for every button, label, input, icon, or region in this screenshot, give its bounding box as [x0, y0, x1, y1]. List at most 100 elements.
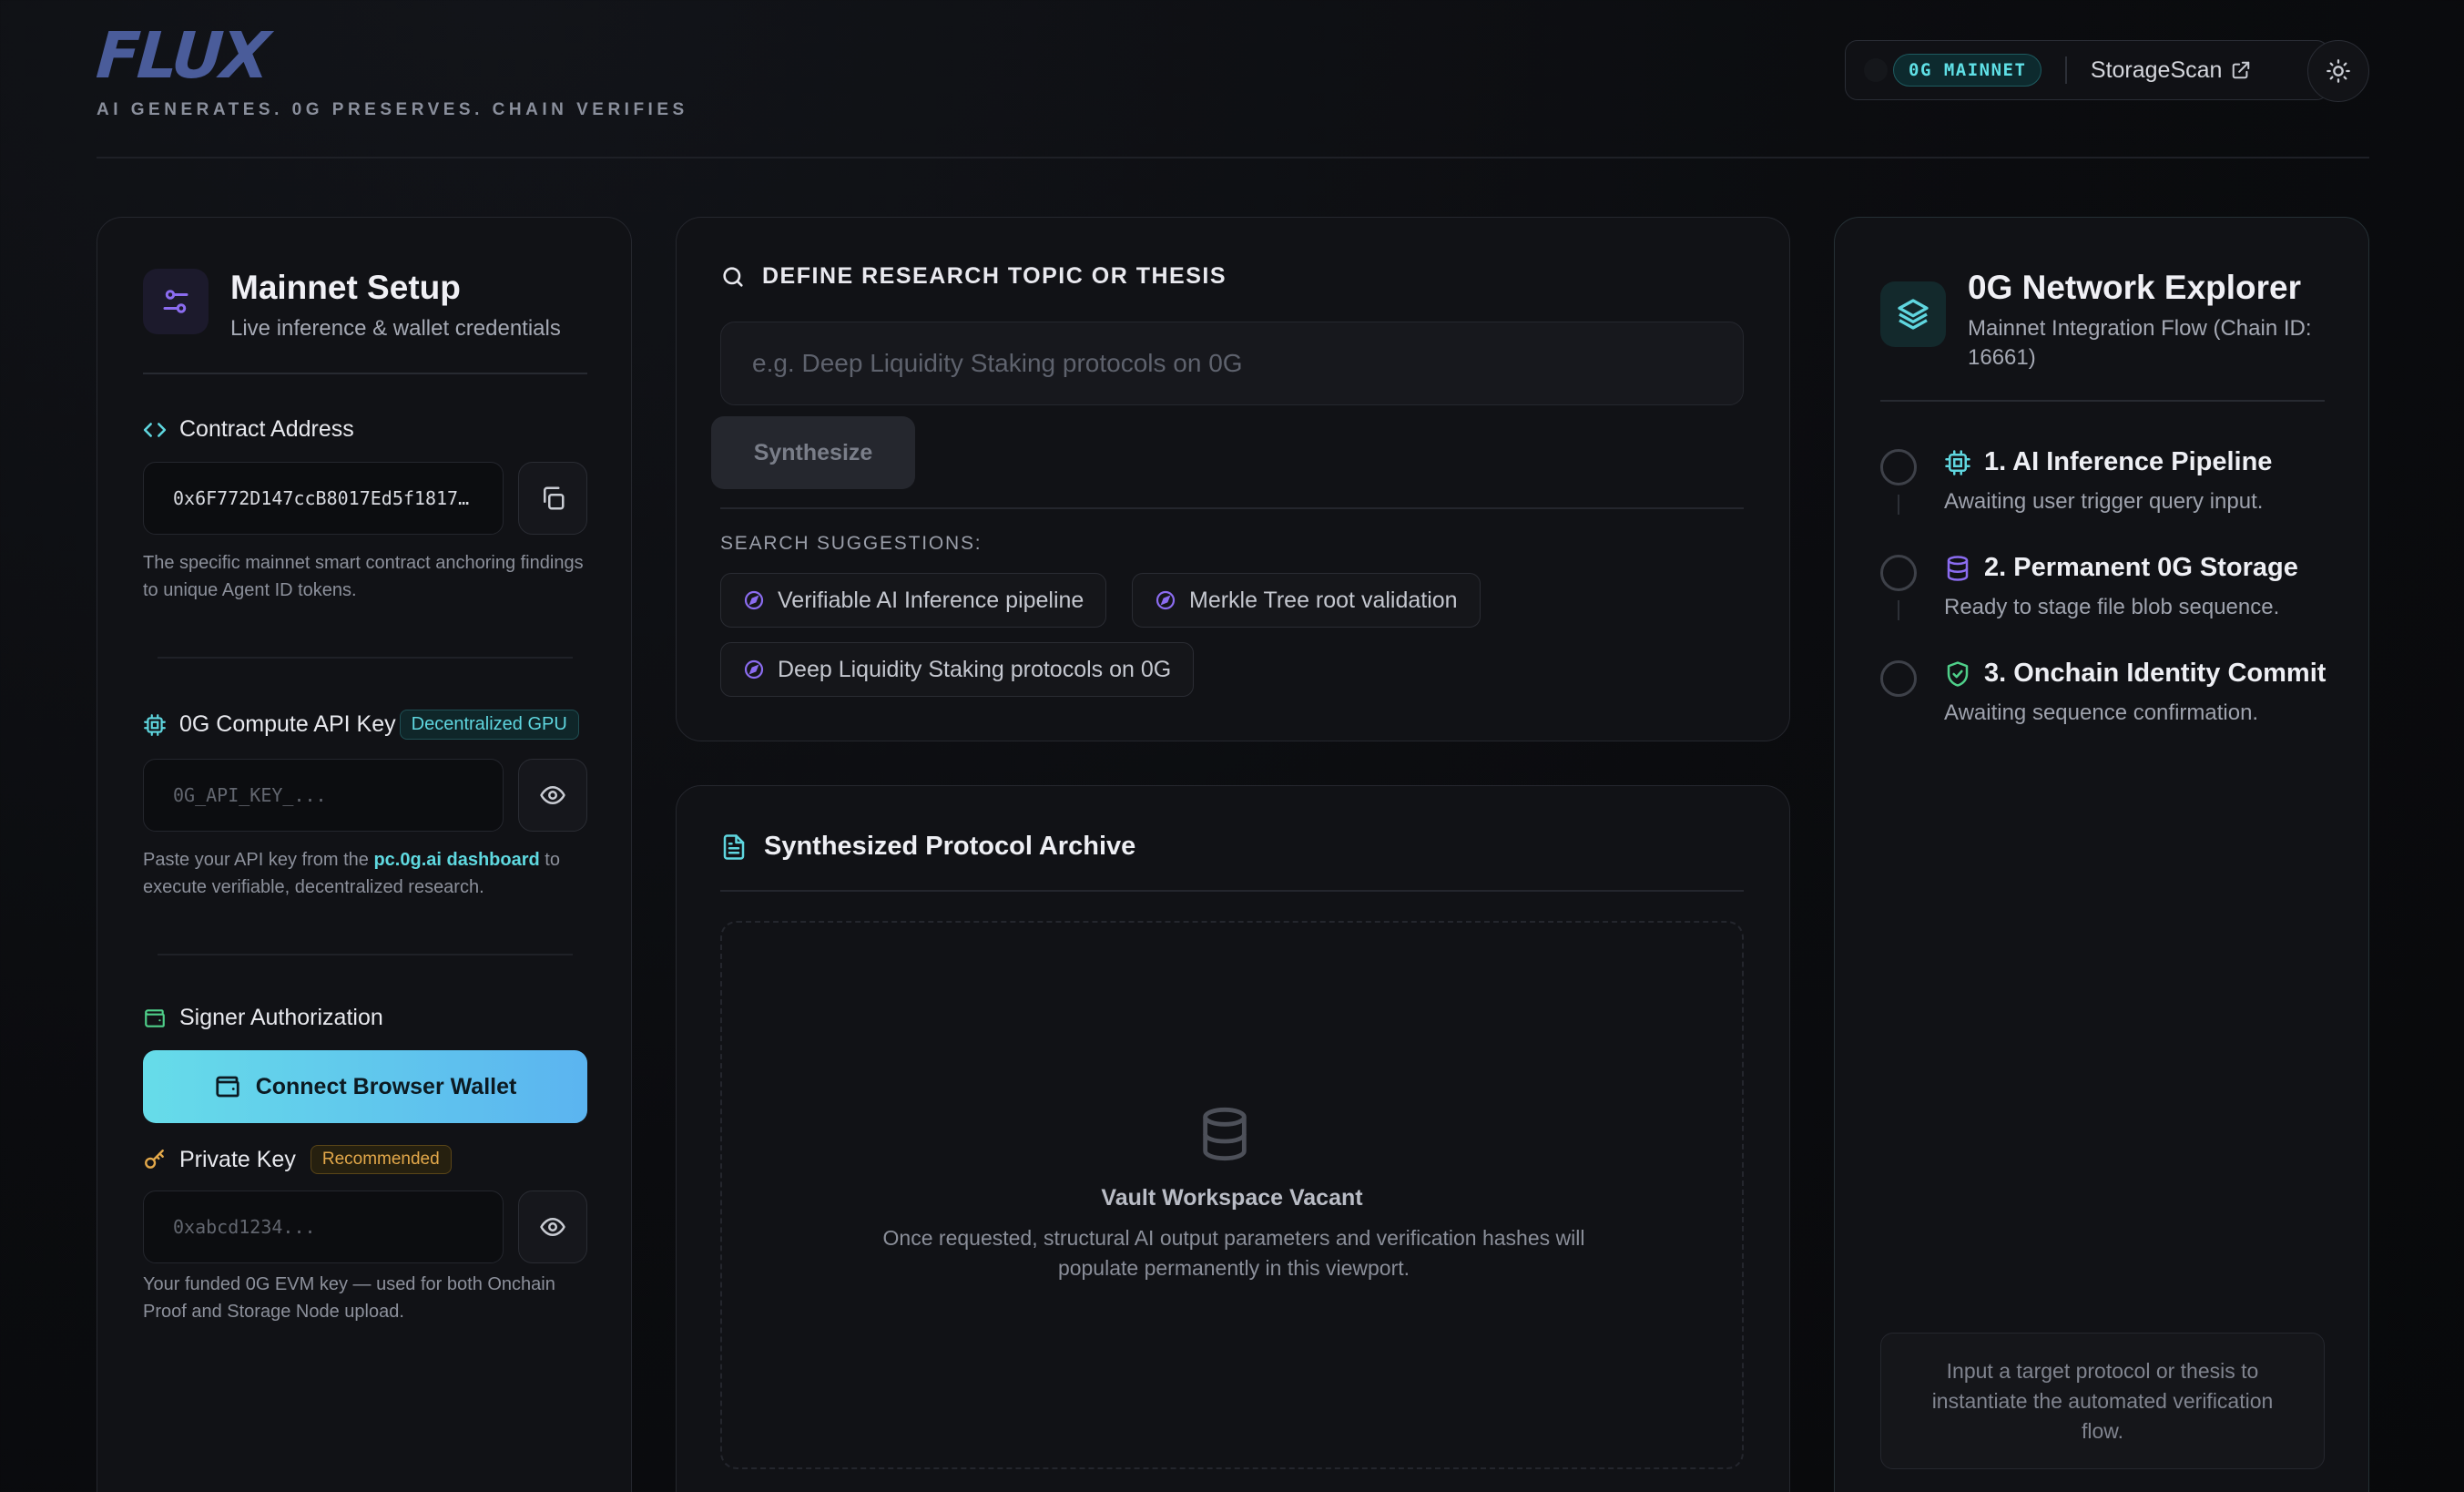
layers-icon	[1880, 281, 1946, 347]
api-key-label-text: 0G Compute API Key	[179, 711, 396, 737]
research-topic-placeholder: e.g. Deep Liquidity Staking protocols on…	[752, 349, 1243, 377]
search-suggestions-label: SEARCH SUGGESTIONS:	[720, 533, 983, 554]
divider	[143, 373, 587, 374]
eye-icon	[540, 786, 565, 804]
vault-workspace: Vault Workspace Vacant Once requested, s…	[720, 921, 1744, 1469]
decentralized-gpu-badge: Decentralized GPU	[399, 710, 579, 740]
setup-subtitle: Live inference & wallet credentials	[230, 316, 561, 341]
contract-address-value: 0x6F772D147ccB8017Ed5f1817…	[173, 487, 470, 509]
api-key-input[interactable]: 0G_API_KEY_...	[143, 759, 504, 832]
private-key-label: Private Key Recommended	[143, 1145, 452, 1174]
contract-address-help: The specific mainnet smart contract anch…	[143, 553, 584, 600]
explorer-title: 0G Network Explorer	[1968, 269, 2302, 306]
step-description: Awaiting sequence confirmation.	[1944, 700, 2259, 725]
research-topic-input[interactable]: e.g. Deep Liquidity Staking protocols on…	[720, 322, 1744, 405]
step-description: Ready to stage file blob sequence.	[1944, 595, 2280, 619]
contract-address-label-text: Contract Address	[179, 416, 354, 442]
chip-icon	[1945, 449, 1970, 475]
document-icon	[723, 833, 745, 860]
contract-address-label: Contract Address	[143, 416, 354, 443]
contract-address-field[interactable]: 0x6F772D147ccB8017Ed5f1817…	[143, 462, 504, 535]
suggestion-chip[interactable]: Verifiable AI Inference pipeline	[720, 573, 1107, 628]
compass-icon	[744, 590, 764, 610]
theme-toggle-button[interactable]	[2307, 40, 2369, 102]
suggestion-label: Verifiable AI Inference pipeline	[778, 587, 1084, 613]
api-key-help: Paste your API key from the pc.0g.ai das…	[143, 846, 589, 901]
explorer-hint: Input a target protocol or thesis to ins…	[1880, 1333, 2325, 1469]
step-status-indicator	[1880, 555, 1917, 591]
search-icon	[723, 266, 743, 287]
divider	[720, 890, 1744, 892]
step-title-text: 1. AI Inference Pipeline	[1984, 447, 2273, 476]
suggestion-label: Deep Liquidity Staking protocols on 0G	[778, 656, 1172, 682]
dashboard-link[interactable]: pc.0g.ai dashboard	[373, 850, 539, 870]
step-title: 2. Permanent 0G Storage	[1944, 553, 2298, 583]
database-icon	[1947, 555, 1969, 581]
wallet-icon	[145, 1008, 165, 1027]
divider	[158, 954, 573, 955]
private-key-placeholder: 0xabcd1234...	[173, 1216, 316, 1238]
research-topic-title-text: DEFINE RESEARCH TOPIC OR THESIS	[762, 263, 1227, 289]
step-title: 1. AI Inference Pipeline	[1944, 447, 2272, 477]
step-description: Awaiting user trigger query input.	[1944, 489, 2264, 514]
archive-title-text: Synthesized Protocol Archive	[764, 832, 1136, 861]
research-topic-title: DEFINE RESEARCH TOPIC OR THESIS	[720, 263, 1227, 290]
divider	[1880, 400, 2325, 402]
signer-authorization-label: Signer Authorization	[143, 1005, 383, 1031]
connect-wallet-button[interactable]: Connect Browser Wallet	[143, 1050, 587, 1123]
step-title-text: 3. Onchain Identity Commit	[1984, 659, 2327, 688]
toggle-private-key-visibility-button[interactable]	[518, 1191, 587, 1263]
suggestion-chip[interactable]: Deep Liquidity Staking protocols on 0G	[720, 642, 1195, 697]
settings-sliders-icon	[143, 269, 209, 334]
network-explorer-panel: 0G Network Explorer Mainnet Integration …	[1834, 217, 2369, 1492]
storagescan-label: StorageScan	[2090, 56, 2223, 83]
external-link-icon	[2233, 61, 2250, 79]
api-key-help-prefix: Paste your API key from the	[143, 850, 374, 870]
step-title-text: 2. Permanent 0G Storage	[1984, 553, 2298, 582]
divider	[720, 507, 1744, 509]
network-status-pill: 0G MAINNET StorageScan	[1845, 40, 2329, 100]
mainnet-setup-panel: Mainnet Setup Live inference & wallet cr…	[97, 217, 632, 1492]
header-divider	[97, 157, 2369, 158]
research-topic-panel: DEFINE RESEARCH TOPIC OR THESIS e.g. Dee…	[676, 217, 1790, 741]
shield-check-icon	[1947, 660, 1969, 687]
storagescan-link[interactable]: StorageScan	[2091, 57, 2252, 84]
network-status-dot	[1864, 58, 1888, 82]
private-key-help: Your funded 0G EVM key — used for both O…	[143, 1274, 555, 1322]
api-key-placeholder: 0G_API_KEY_...	[173, 784, 327, 806]
compass-icon	[1156, 590, 1176, 610]
code-icon	[143, 422, 167, 437]
chip-icon	[144, 713, 166, 736]
setup-title: Mainnet Setup	[230, 269, 461, 306]
step-connector	[1898, 600, 1899, 620]
step-status-indicator	[1880, 660, 1917, 697]
logo: FLUX	[94, 18, 270, 93]
copy-icon	[544, 486, 565, 510]
connect-wallet-label: Connect Browser Wallet	[255, 1073, 517, 1099]
toggle-api-key-visibility-button[interactable]	[518, 759, 587, 832]
signer-authorization-text: Signer Authorization	[179, 1005, 383, 1030]
vault-empty-title: Vault Workspace Vacant	[1101, 1185, 1363, 1211]
suggestion-label: Merkle Tree root validation	[1189, 587, 1458, 613]
key-icon	[145, 1150, 164, 1169]
vault-empty-description: Once requested, structural AI output par…	[882, 1226, 1585, 1280]
protocol-archive-panel: Synthesized Protocol Archive Vault Works…	[676, 785, 1790, 1492]
explorer-subtitle: Mainnet Integration Flow (Chain ID: 1666…	[1968, 316, 2312, 370]
archive-title: Synthesized Protocol Archive	[720, 832, 1135, 862]
step-connector	[1898, 495, 1899, 515]
api-key-label: 0G Compute API Key Decentralized GPU	[143, 710, 579, 740]
wallet-icon	[216, 1076, 239, 1098]
divider	[158, 657, 573, 659]
synthesize-button[interactable]: Synthesize	[711, 416, 915, 489]
suggestion-chip[interactable]: Merkle Tree root validation	[1132, 573, 1481, 628]
sun-icon	[2327, 59, 2350, 83]
step-status-indicator	[1880, 449, 1917, 485]
tagline: AI GENERATES. 0G PRESERVES. CHAIN VERIFI…	[97, 100, 688, 119]
private-key-input[interactable]: 0xabcd1234...	[143, 1191, 504, 1263]
compass-icon	[744, 659, 764, 680]
private-key-label-text: Private Key	[179, 1146, 296, 1172]
recommended-badge: Recommended	[310, 1145, 452, 1174]
eye-icon	[540, 1218, 565, 1236]
copy-address-button[interactable]	[518, 462, 587, 535]
divider	[2065, 56, 2067, 84]
